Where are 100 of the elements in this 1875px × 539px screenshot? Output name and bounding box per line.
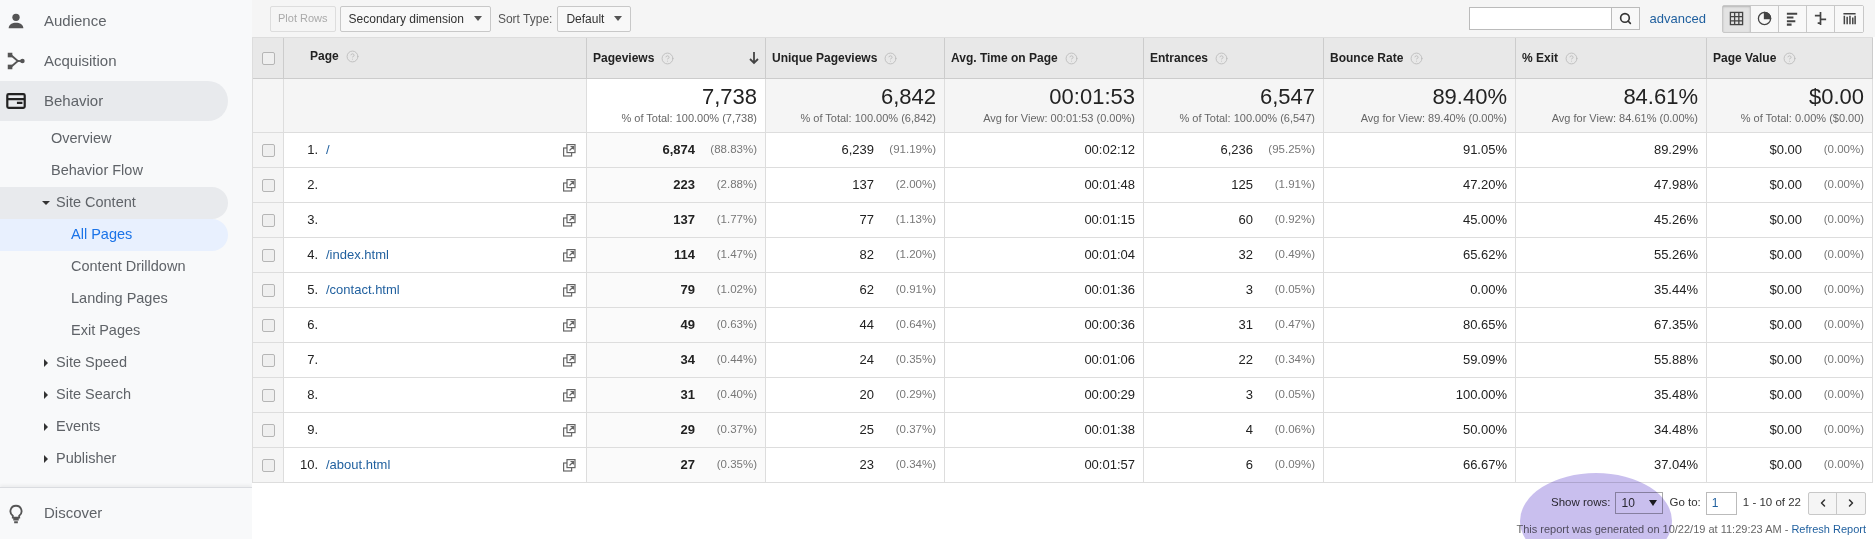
nav-item[interactable]: Events <box>0 411 228 443</box>
row-checkbox[interactable] <box>261 51 275 65</box>
nav-section[interactable]: Discover <box>44 502 103 525</box>
nav-item[interactable]: Behavior Flow <box>0 155 228 187</box>
search-button[interactable] <box>1611 7 1640 30</box>
column-header[interactable]: Unique Pageviews <box>766 38 945 78</box>
nav-section[interactable]: Acquisition <box>0 41 228 81</box>
row-checkbox[interactable] <box>261 213 275 227</box>
column-header[interactable]: Bounce Rate <box>1324 38 1516 78</box>
table-cell-text: 00:00:36 <box>1084 316 1135 335</box>
table-cell-text: 23 <box>859 456 874 475</box>
nav-item[interactable]: Site Content <box>0 187 228 219</box>
table-cell-text: 3 <box>1245 386 1253 405</box>
column-header[interactable]: Page Value <box>1707 38 1873 78</box>
row-number: 10. <box>298 456 318 475</box>
popout-icon[interactable] <box>563 143 576 157</box>
percent-text: (1.13%) <box>894 212 936 228</box>
refresh-report-link[interactable]: Refresh Report <box>1791 521 1866 538</box>
total-value: 89.40% <box>1432 84 1507 111</box>
table-cell-text: 37.04% <box>1653 456 1698 475</box>
row-checkbox[interactable] <box>261 283 275 297</box>
percent-text: (1.47%) <box>715 247 757 263</box>
help-icon <box>661 51 675 65</box>
percent-text: (2.88%) <box>715 177 757 193</box>
total-note: % of Total: 0.00% ($0.00) <box>1740 111 1864 127</box>
nav-item[interactable]: Exit Pages <box>0 315 228 347</box>
table-cell-text: 00:02:12 <box>1084 141 1135 160</box>
sort-type-label: Sort Type: <box>497 10 553 28</box>
bar-chart-icon <box>1785 11 1800 26</box>
show-rows-dropdown[interactable]: 10 <box>1615 492 1664 514</box>
table-cell-text: 00:01:04 <box>1084 246 1135 265</box>
row-checkbox[interactable] <box>261 318 275 332</box>
page-link[interactable]: /about.html <box>326 455 391 475</box>
percent-text: (1.02%) <box>715 282 757 298</box>
nav-section[interactable]: Behavior <box>0 81 228 121</box>
nav-section[interactable]: Audience <box>0 1 228 41</box>
popout-icon[interactable] <box>563 318 576 332</box>
row-checkbox[interactable] <box>261 143 275 157</box>
table-cell-text: 20 <box>859 386 874 405</box>
total-note: % of Total: 100.00% (7,738) <box>621 111 757 127</box>
nav-item[interactable]: Landing Pages <box>0 283 228 315</box>
percent-text: (0.00%) <box>1822 212 1864 228</box>
row-checkbox[interactable] <box>261 178 275 192</box>
help-icon <box>1215 51 1229 65</box>
total-value: 7,738 <box>701 84 757 111</box>
view-toggle-button[interactable] <box>1723 5 1751 32</box>
table-cell-text: 66.67% <box>1462 456 1507 475</box>
popout-icon[interactable] <box>563 178 576 192</box>
table-cell-text: 62 <box>859 281 874 300</box>
popout-icon[interactable] <box>563 458 576 472</box>
table-cell-text: 00:01:15 <box>1084 211 1135 230</box>
search-field[interactable] <box>1468 7 1612 30</box>
nav-item[interactable]: Overview <box>0 123 228 155</box>
percent-text: (1.91%) <box>1273 177 1315 193</box>
row-checkbox[interactable] <box>261 423 275 437</box>
nav-item[interactable]: All Pages <box>0 219 228 251</box>
nav-item[interactable]: Site Speed <box>0 347 228 379</box>
percent-text: (0.44%) <box>715 352 757 368</box>
row-number: 8. <box>306 386 318 405</box>
page-link[interactable]: /contact.html <box>326 280 400 300</box>
popout-icon[interactable] <box>563 423 576 437</box>
page-link[interactable]: /index.html <box>326 245 389 265</box>
row-checkbox[interactable] <box>261 388 275 402</box>
popout-icon[interactable] <box>563 283 576 297</box>
table-cell-text: 137 <box>673 211 695 230</box>
advanced-link[interactable]: advanced <box>1649 8 1706 29</box>
percent-text: (0.40%) <box>715 387 757 403</box>
row-checkbox[interactable] <box>261 353 275 367</box>
popout-icon[interactable] <box>563 213 576 227</box>
sort-type-dropdown[interactable]: Default <box>557 5 632 32</box>
total-value: $0.00 <box>1808 84 1864 111</box>
table-cell-text: 223 <box>673 176 695 195</box>
column-header[interactable]: Pageviews <box>587 38 766 78</box>
row-checkbox[interactable] <box>261 248 275 262</box>
popout-icon[interactable] <box>563 248 576 262</box>
table-cell-text: $0.00 <box>1769 141 1802 160</box>
nav-item[interactable]: Site Search <box>0 379 228 411</box>
total-note: Avg for View: 89.40% (0.00%) <box>1360 111 1507 127</box>
column-header[interactable]: Page <box>284 38 587 78</box>
column-header[interactable]: Avg. Time on Page <box>945 38 1144 78</box>
column-header[interactable]: % Exit <box>1516 38 1707 78</box>
help-icon <box>1783 51 1797 65</box>
percent-text: (0.35%) <box>715 457 757 473</box>
table-cell-text: 65.62% <box>1462 246 1507 265</box>
nav-item[interactable]: Content Drilldown <box>0 251 228 283</box>
secondary-dimension-dropdown[interactable]: Secondary dimension <box>339 5 491 32</box>
table-cell-text: $0.00 <box>1769 421 1802 440</box>
nav-item[interactable]: Publisher <box>0 443 228 475</box>
percent-text: (0.09%) <box>1273 457 1315 473</box>
table-cell-text: 114 <box>674 246 695 265</box>
table-cell-text: 82 <box>859 246 874 265</box>
popout-icon[interactable] <box>563 353 576 367</box>
column-header[interactable]: Entrances <box>1144 38 1324 78</box>
popout-icon[interactable] <box>563 388 576 402</box>
percent-text: (2.00%) <box>894 177 936 193</box>
page-link[interactable]: / <box>326 140 330 160</box>
go-to-field[interactable]: 1 <box>1705 491 1737 515</box>
card-icon <box>5 90 27 112</box>
table-cell-text: 47.20% <box>1462 176 1507 195</box>
row-checkbox[interactable] <box>261 458 275 472</box>
